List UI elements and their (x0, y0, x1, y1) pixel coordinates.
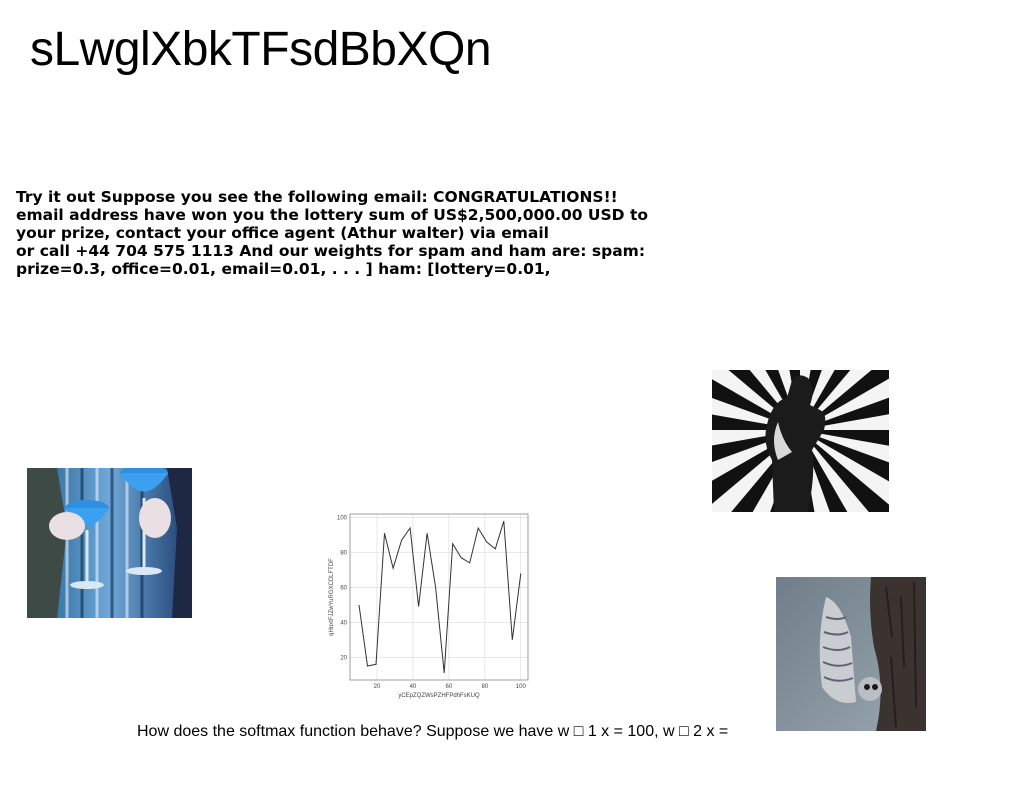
photo-striped-dancer (712, 370, 889, 512)
x-tick-label: 20 (374, 684, 381, 690)
y-tick-label: 60 (340, 585, 347, 591)
y-tick-label: 100 (337, 515, 348, 521)
x-tick-label: 60 (446, 684, 453, 690)
line-chart: 20 40 60 80 100 20 40 60 80 100 yCEpZQZWsPZHFPdhFs… (326, 508, 536, 700)
paragraph-line: email address have won you the lottery s… (16, 206, 649, 224)
y-axis-label: qHnxtFJZwYuRGXCDLFTDF (329, 558, 335, 636)
x-tick-label: 80 (482, 684, 489, 690)
photo-owl-on-tree (776, 577, 926, 731)
x-axis-label: yCEpZQZWsPZHFPdhFsKUQ (398, 693, 480, 699)
x-tick-label: 40 (410, 684, 417, 690)
series-line (358, 520, 522, 674)
body-paragraph: Try it out Suppose you see the following… (16, 188, 696, 278)
page-title: sLwglXbkTFsdBbXQn (30, 23, 492, 76)
paragraph-line: your prize, contact your office agent (A… (16, 224, 549, 242)
caption-text: How does the softmax function behave? Su… (137, 723, 729, 740)
x-tick-label: 100 (516, 684, 527, 690)
paragraph-line: prize=0.3, office=0.01, email=0.01, . . … (16, 260, 551, 278)
paragraph-line: Try it out Suppose you see the following… (16, 188, 618, 206)
photo-blue-cocktails (27, 468, 192, 618)
y-tick-label: 20 (340, 655, 347, 661)
paragraph-line: or call +44 704 575 1113 And our weights… (16, 242, 646, 260)
y-tick-label: 80 (340, 550, 347, 556)
y-tick-label: 40 (340, 620, 347, 626)
